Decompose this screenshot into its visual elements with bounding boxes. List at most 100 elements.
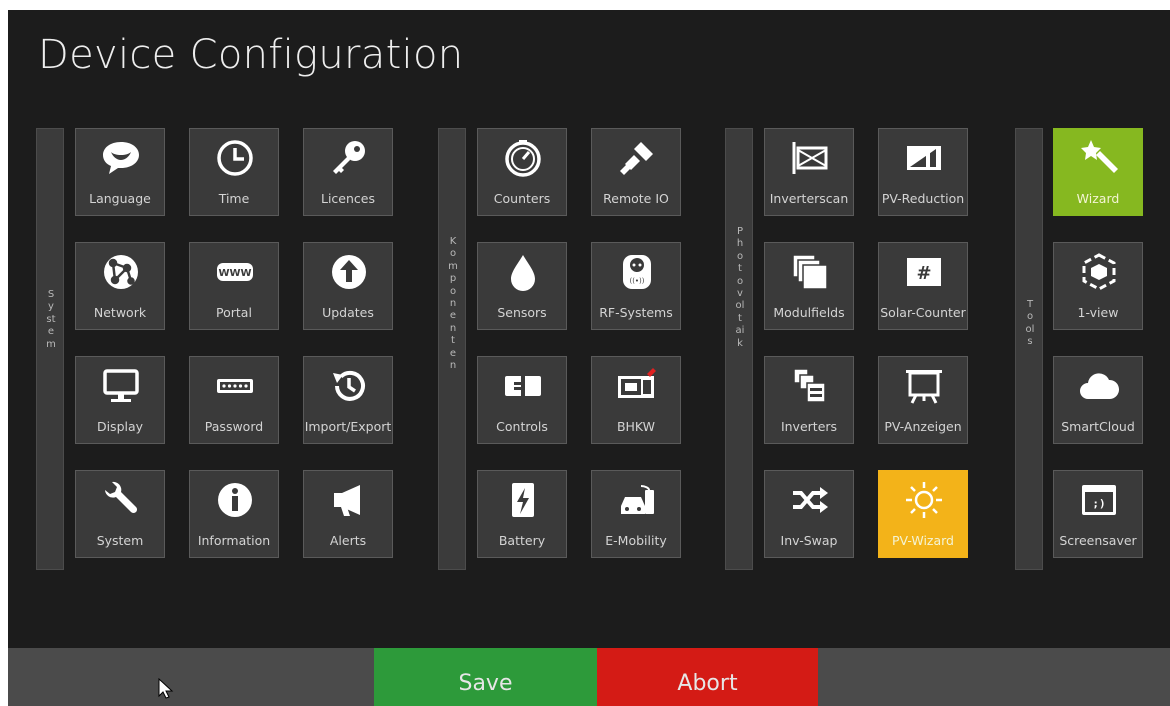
tile-network[interactable]: Network bbox=[75, 242, 165, 330]
tile-display[interactable]: Display bbox=[75, 356, 165, 444]
cube-view-icon bbox=[1082, 253, 1116, 291]
plug-connector-icon bbox=[505, 376, 541, 396]
tile-inv-swap[interactable]: Inv-Swap bbox=[764, 470, 854, 558]
svg-text:WWW: WWW bbox=[218, 268, 251, 279]
tile-solar-counter[interactable]: # Solar-Counter bbox=[878, 242, 968, 330]
tile-updates[interactable]: Updates bbox=[303, 242, 393, 330]
mouse-pointer-icon bbox=[158, 678, 174, 699]
tile-label: Time bbox=[218, 191, 250, 206]
tile-e-mobility[interactable]: E-Mobility bbox=[591, 470, 681, 558]
bottom-action-bar: Save Abort bbox=[8, 648, 1170, 706]
tile-system[interactable]: System bbox=[75, 470, 165, 558]
tile-controls[interactable]: Controls bbox=[477, 356, 567, 444]
tile-pv-anzeigen[interactable]: PV-Anzeigen bbox=[878, 356, 968, 444]
group-label-photovoltaik-text: Photovoltaik bbox=[735, 226, 745, 349]
tile-label: Language bbox=[89, 191, 151, 206]
screensaver-window-icon: ;) bbox=[1082, 485, 1116, 515]
tile-label: Wizard bbox=[1076, 191, 1120, 206]
shuffle-icon bbox=[793, 487, 828, 513]
tile-import-export[interactable]: Import/Export bbox=[303, 356, 393, 444]
group-label-komponenten: Komponenten bbox=[438, 128, 466, 570]
tile-time[interactable]: Time bbox=[189, 128, 279, 216]
ev-charging-icon bbox=[621, 485, 654, 514]
page-title: Device Configuration bbox=[38, 32, 464, 78]
satellite-icon bbox=[620, 142, 653, 175]
tile-screensaver[interactable]: ;) Screensaver bbox=[1053, 470, 1143, 558]
tile-remote-io[interactable]: Remote IO bbox=[591, 128, 681, 216]
tile-label: Password bbox=[204, 419, 264, 434]
tile-label: Remote IO bbox=[603, 191, 669, 206]
group-label-system-text: System bbox=[46, 289, 56, 350]
tile-label: Controls bbox=[496, 419, 548, 434]
battery-icon bbox=[512, 483, 534, 517]
save-button[interactable]: Save bbox=[374, 648, 597, 706]
tile-wizard[interactable]: Wizard bbox=[1053, 128, 1143, 216]
tile-information[interactable]: Information bbox=[189, 470, 279, 558]
tile-counters[interactable]: Counters bbox=[477, 128, 567, 216]
tile-password[interactable]: Password bbox=[189, 356, 279, 444]
tile-label: Updates bbox=[322, 305, 374, 320]
tile-pv-wizard[interactable]: PV-Wizard bbox=[878, 470, 968, 558]
monitor-icon bbox=[103, 369, 139, 402]
tile-label: Sensors bbox=[497, 305, 547, 320]
tile-label: PV-Reduction bbox=[881, 191, 965, 206]
svg-text:;): ;) bbox=[1092, 497, 1105, 510]
tile-label: PV-Anzeigen bbox=[884, 419, 962, 434]
tile-modulfields[interactable]: Modulfields bbox=[764, 242, 854, 330]
chp-unit-icon bbox=[618, 368, 656, 398]
tile-label: Portal bbox=[216, 305, 252, 320]
clock-icon bbox=[217, 140, 253, 176]
tile-label: E-Mobility bbox=[605, 533, 667, 548]
tile-pv-reduction[interactable]: PV-Reduction bbox=[878, 128, 968, 216]
tile-label: PV-Wizard bbox=[892, 533, 954, 548]
group-label-tools-text: Tools bbox=[1025, 299, 1035, 348]
tile-alerts[interactable]: Alerts bbox=[303, 470, 393, 558]
group-label-system: System bbox=[36, 128, 64, 570]
tile-sensors[interactable]: Sensors bbox=[477, 242, 567, 330]
group-label-komponenten-text: Komponenten bbox=[448, 236, 458, 372]
sun-icon bbox=[906, 482, 942, 518]
presentation-board-icon bbox=[906, 370, 942, 404]
tile-label: Solar-Counter bbox=[880, 305, 966, 320]
tile-label: SmartCloud bbox=[1061, 419, 1135, 434]
svg-text:((•)): ((•)) bbox=[629, 277, 644, 285]
megaphone-icon bbox=[334, 485, 360, 516]
tile-label: Display bbox=[96, 419, 144, 434]
tile-label: Inverters bbox=[780, 419, 838, 434]
tile-label: Battery bbox=[498, 533, 546, 548]
rf-plug-icon: ((•)) bbox=[623, 255, 651, 289]
tile-smartcloud[interactable]: SmartCloud bbox=[1053, 356, 1143, 444]
tile-label: Licences bbox=[321, 191, 375, 206]
gauge-icon bbox=[505, 140, 541, 177]
stacked-panels-icon bbox=[792, 254, 828, 290]
tile-inverters[interactable]: Inverters bbox=[764, 356, 854, 444]
tile-label: Modulfields bbox=[773, 305, 845, 320]
tile-label: RF-Systems bbox=[599, 305, 673, 320]
cloud-icon bbox=[1080, 373, 1119, 399]
www-icon: WWW bbox=[217, 263, 253, 281]
speech-bubble-icon bbox=[103, 142, 139, 174]
water-drop-icon bbox=[511, 255, 535, 291]
inverter-stack-icon bbox=[793, 368, 826, 403]
tile-inverterscan[interactable]: Inverterscan bbox=[764, 128, 854, 216]
tile-label: Inv-Swap bbox=[780, 533, 838, 548]
hash-counter-icon: # bbox=[907, 258, 941, 286]
tile-label: Counters bbox=[493, 191, 551, 206]
tile-label: System bbox=[96, 533, 144, 548]
upload-arrow-icon bbox=[332, 255, 366, 289]
abort-button[interactable]: Abort bbox=[597, 648, 818, 706]
tile-label: 1-view bbox=[1077, 305, 1119, 320]
tile-rf-systems[interactable]: ((•)) RF-Systems bbox=[591, 242, 681, 330]
tile-1-view[interactable]: 1-view bbox=[1053, 242, 1143, 330]
network-globe-icon bbox=[104, 255, 138, 289]
tile-language[interactable]: Language bbox=[75, 128, 165, 216]
tile-licences[interactable]: Licences bbox=[303, 128, 393, 216]
password-field-icon bbox=[217, 379, 253, 393]
tile-label: Information bbox=[197, 533, 271, 548]
info-icon bbox=[218, 483, 252, 517]
group-label-photovoltaik: Photovoltaik bbox=[725, 128, 753, 570]
tile-portal[interactable]: WWW Portal bbox=[189, 242, 279, 330]
inverter-scan-icon bbox=[792, 142, 828, 174]
tile-bhkw[interactable]: BHKW bbox=[591, 356, 681, 444]
tile-battery[interactable]: Battery bbox=[477, 470, 567, 558]
